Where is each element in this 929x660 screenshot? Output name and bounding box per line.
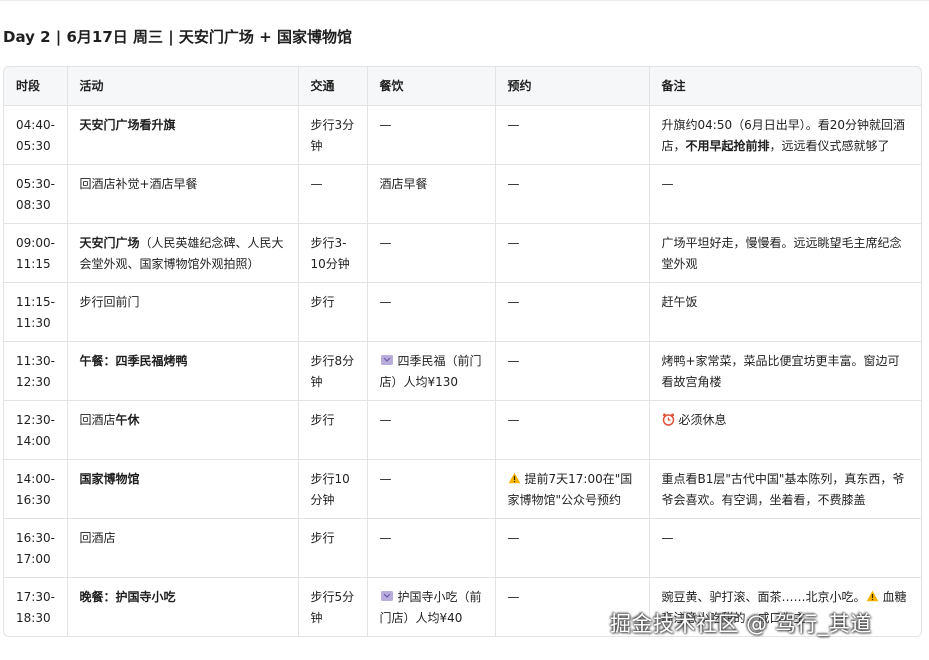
activity-text: 回酒店	[79, 412, 116, 427]
cell-food: —	[367, 282, 496, 342]
cell-booking: —	[495, 400, 650, 460]
cell-activity: 午餐：四季民福烤鸭	[67, 341, 299, 401]
activity-emphasis: 天安门广场	[79, 235, 140, 250]
notes-text: ，远远看仪式感就够了	[769, 138, 890, 153]
cell-food: —	[367, 105, 496, 165]
cell-food: —	[367, 459, 496, 519]
cell-activity: 步行回前门	[67, 282, 299, 342]
cell-time: 05:30-08:30	[4, 164, 68, 224]
table-row: 16:30-17:00 回酒店 步行 — — —	[4, 518, 921, 578]
cell-transport: 步行	[298, 518, 368, 578]
booking-text: 提前7天17:00在"国家博物馆"公众号预约	[507, 471, 633, 507]
cell-transport: 步行8分钟	[298, 341, 368, 401]
cell-booking: —	[495, 341, 650, 401]
cell-booking: —	[495, 518, 650, 578]
alarm-clock-icon	[662, 413, 674, 426]
cell-booking: —	[495, 164, 650, 224]
warning-icon	[866, 590, 878, 601]
table-row: 12:30-14:00 回酒店午休 步行 — — 必须休息	[4, 400, 921, 460]
header-time: 时段	[4, 67, 68, 106]
cell-notes: 广场平坦好走，慢慢看。远远眺望毛主席纪念堂外观	[649, 223, 921, 283]
cell-booking: —	[495, 282, 650, 342]
header-transport: 交通	[298, 67, 368, 106]
pin-icon	[380, 590, 393, 601]
day-heading: Day 2 | 6月17日 周三 | 天安门广场 + 国家博物馆	[3, 28, 352, 46]
cell-transport: 步行3-10分钟	[298, 223, 368, 283]
header-booking: 预约	[495, 67, 650, 106]
notes-emphasis: 不用早起抢前排	[685, 138, 770, 153]
table-row: 05:30-08:30 回酒店补觉+酒店早餐 — 酒店早餐 — —	[4, 164, 921, 224]
cell-notes: 必须休息	[649, 400, 921, 460]
cell-notes: 赶午饭	[649, 282, 921, 342]
cell-food: 酒店早餐	[367, 164, 496, 224]
cell-time: 04:40-05:30	[4, 105, 68, 165]
cell-transport: 步行3分钟	[298, 105, 368, 165]
cell-time: 11:15-11:30	[4, 282, 68, 342]
cell-activity: 回酒店	[67, 518, 299, 578]
cell-food: —	[367, 518, 496, 578]
cell-booking: —	[495, 105, 650, 165]
table-header: 时段 活动 交通 餐饮 预约 备注	[4, 67, 921, 106]
cell-activity: 国家博物馆	[67, 459, 299, 519]
table-row: 11:15-11:30 步行回前门 步行 — — 赶午饭	[4, 282, 921, 342]
itinerary-table: 时段 活动 交通 餐饮 预约 备注 04:40-05:30 天安门广场看升旗 步…	[3, 66, 922, 637]
top-divider	[0, 0, 929, 1]
cell-notes: 升旗约04:50（6月日出早）。看20分钟就回酒店，不用早起抢前排，远远看仪式感…	[649, 105, 921, 165]
activity-emphasis: 午休	[115, 412, 140, 427]
food-text: 护国寺小吃（前门店）人均¥40	[379, 589, 482, 625]
cell-transport: —	[298, 164, 368, 224]
cell-time: 16:30-17:00	[4, 518, 68, 578]
header-notes: 备注	[649, 67, 921, 106]
table-row: 09:00-11:15 天安门广场（人民英雄纪念碑、人民大会堂外观、国家博物馆外…	[4, 223, 921, 283]
cell-activity: 晚餐：护国寺小吃	[67, 577, 299, 636]
cell-time: 11:30-12:30	[4, 341, 68, 401]
cell-notes: 重点看B1层"古代中国"基本陈列，真东西，爷爷会喜欢。有空调，坐着看，不费膝盖	[649, 459, 921, 519]
table-row: 04:40-05:30 天安门广场看升旗 步行3分钟 — — 升旗约04:50（…	[4, 105, 921, 165]
cell-transport: 步行10分钟	[298, 459, 368, 519]
cell-transport: 步行5分钟	[298, 577, 368, 636]
cell-activity: 回酒店补觉+酒店早餐	[67, 164, 299, 224]
cell-notes: —	[649, 164, 921, 224]
cell-time: 09:00-11:15	[4, 223, 68, 283]
cell-food: 四季民福（前门店）人均¥130	[367, 341, 496, 401]
cell-time: 17:30-18:30	[4, 577, 68, 636]
cell-food: 护国寺小吃（前门店）人均¥40	[367, 577, 496, 636]
table-row: 14:00-16:30 国家博物馆 步行10分钟 — 提前7天17:00在"国家…	[4, 459, 921, 519]
notes-text: 必须休息	[678, 412, 727, 427]
cell-transport: 步行	[298, 400, 368, 460]
cell-booking: —	[495, 223, 650, 283]
table-row: 11:30-12:30 午餐：四季民福烤鸭 步行8分钟 四季民福（前门店）人均¥…	[4, 341, 921, 401]
cell-time: 14:00-16:30	[4, 459, 68, 519]
food-text: 四季民福（前门店）人均¥130	[379, 353, 482, 389]
cell-activity: 天安门广场看升旗	[67, 105, 299, 165]
cell-notes: —	[649, 518, 921, 578]
cell-time: 12:30-14:00	[4, 400, 68, 460]
header-activity: 活动	[67, 67, 299, 106]
cell-notes: 烤鸭+家常菜，菜品比便宜坊更丰富。窗边可看故宫角楼	[649, 341, 921, 401]
pin-icon	[380, 354, 393, 365]
watermark: 掘金技术社区 @ 驾行_其道	[610, 612, 872, 636]
notes-text: 豌豆黄、驴打滚、面茶……北京小吃。	[661, 589, 866, 604]
warning-icon	[508, 472, 520, 483]
cell-activity: 回酒店午休	[67, 400, 299, 460]
cell-food: —	[367, 400, 496, 460]
notes-text: 血糖	[882, 589, 907, 604]
cell-booking: 提前7天17:00在"国家博物馆"公众号预约	[495, 459, 650, 519]
cell-activity: 天安门广场（人民英雄纪念碑、人民大会堂外观、国家博物馆外观拍照）	[67, 223, 299, 283]
cell-food: —	[367, 223, 496, 283]
header-food: 餐饮	[367, 67, 496, 106]
cell-transport: 步行	[298, 282, 368, 342]
